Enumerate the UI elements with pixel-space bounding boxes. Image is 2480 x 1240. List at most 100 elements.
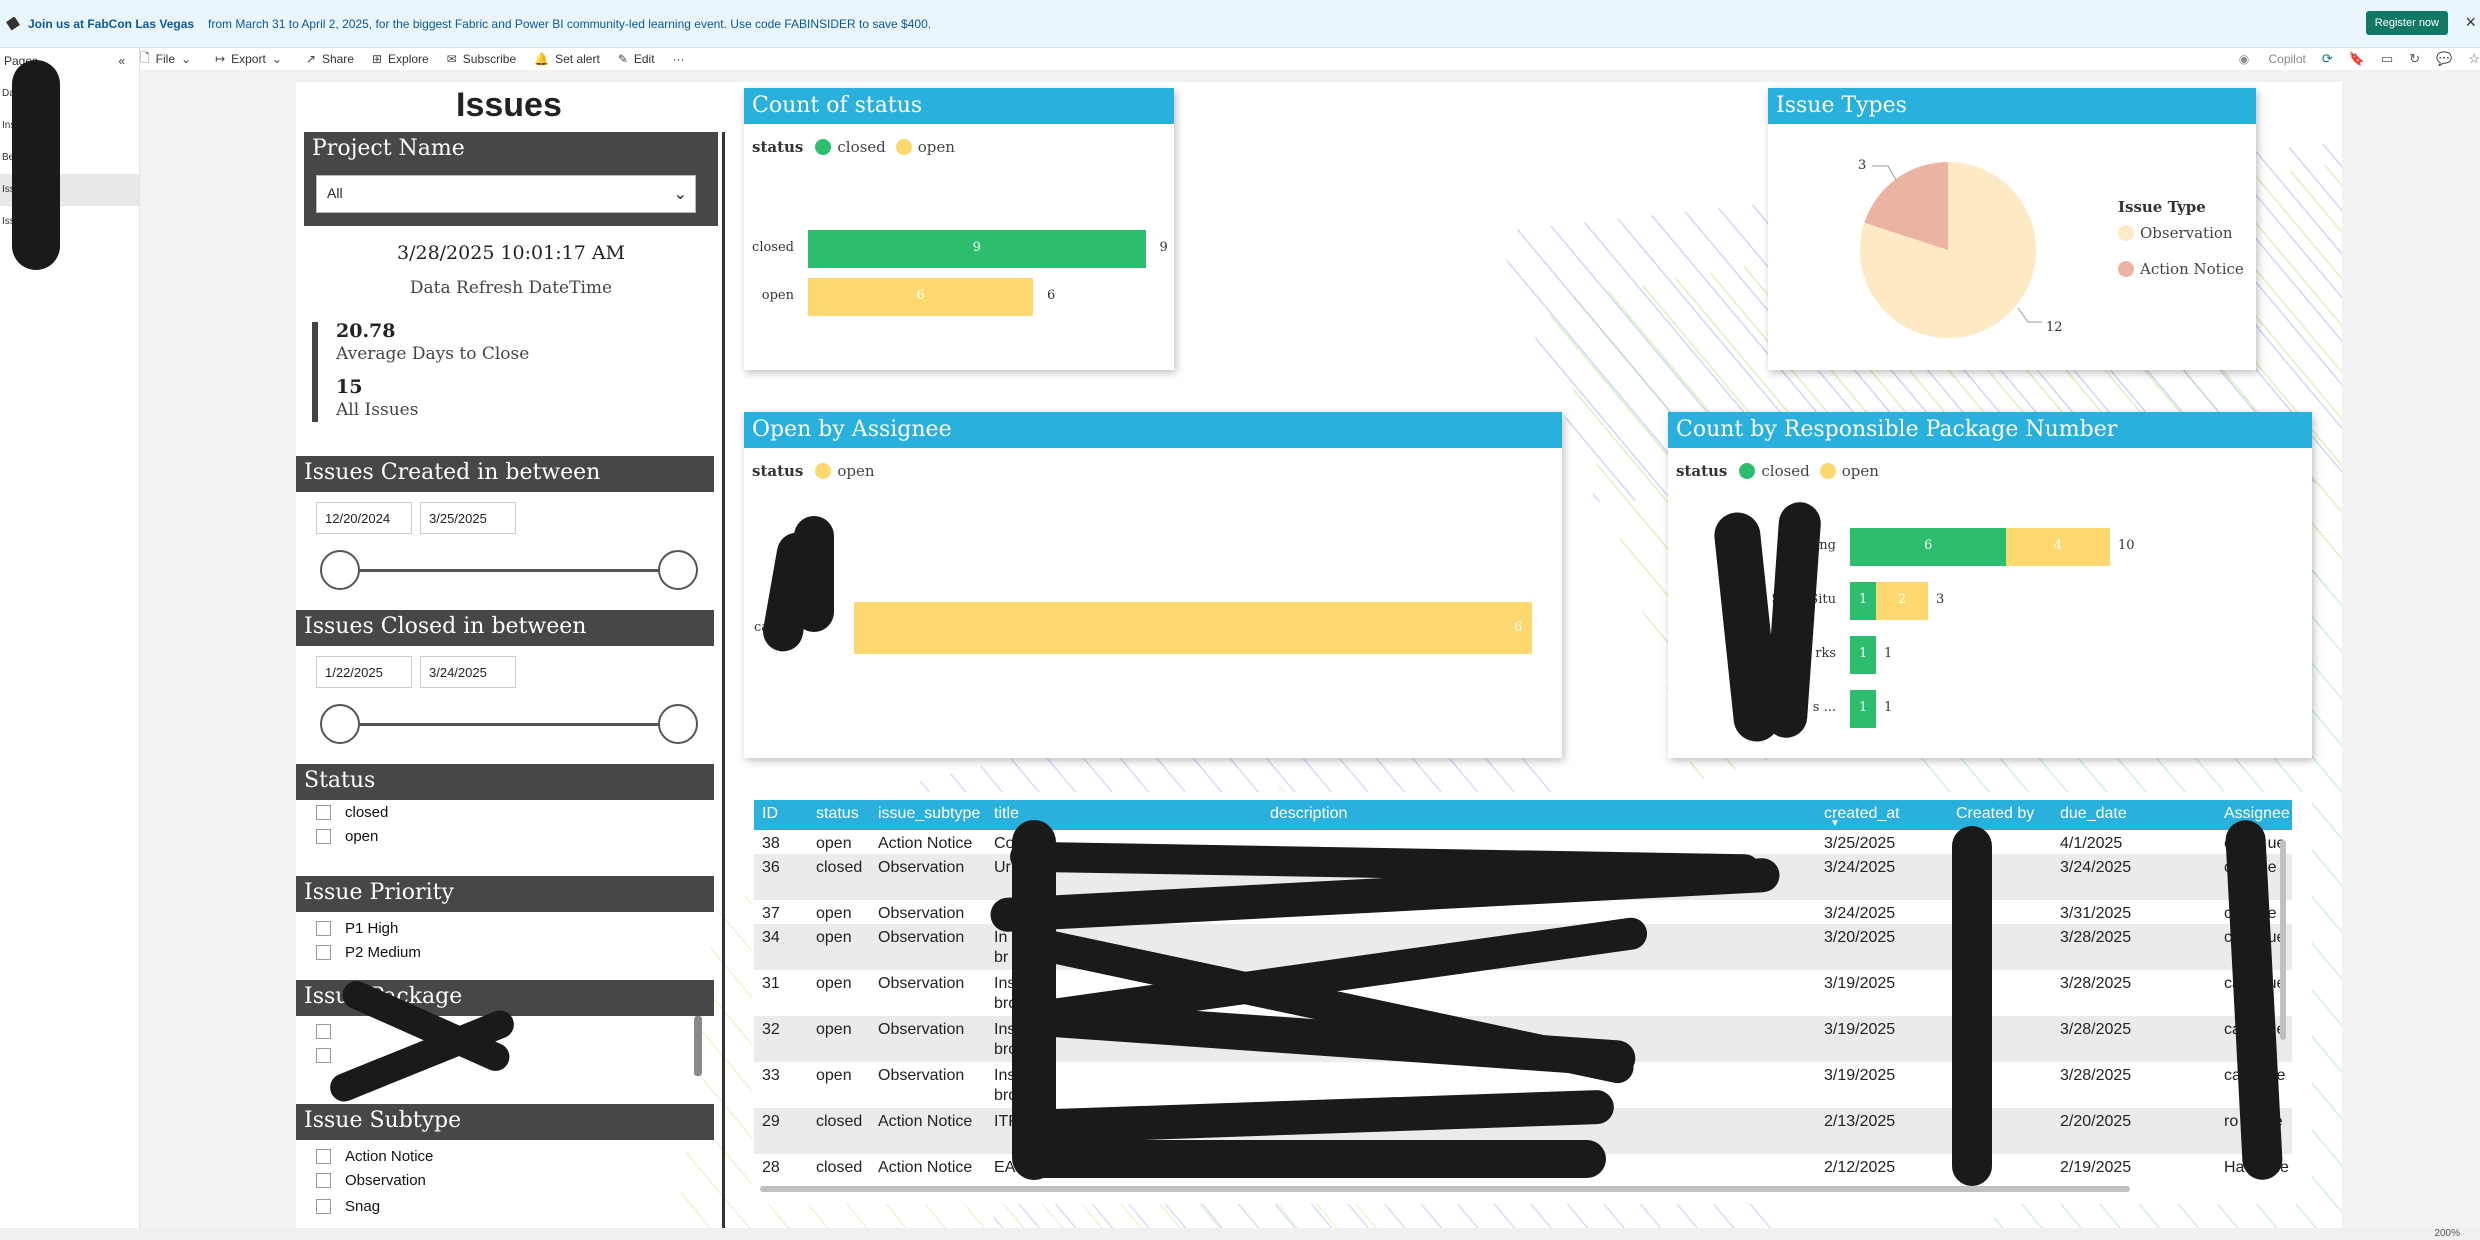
checkbox[interactable]	[316, 921, 331, 936]
created-from-input[interactable]: 12/20/2024	[316, 502, 412, 534]
status-option-label: open	[345, 828, 379, 845]
row-due-date: 3/24/2025	[2060, 859, 2132, 876]
checkbox[interactable]	[316, 1173, 331, 1188]
table-scrollbar-vertical[interactable]	[2280, 840, 2286, 1040]
comment-icon[interactable]: 💬	[2436, 51, 2452, 67]
export-menu[interactable]: ↦ Export ⌄	[215, 52, 288, 66]
bar-value-label: 6	[1924, 538, 1933, 553]
status-option-closed[interactable]: closed	[316, 804, 388, 821]
zoom-level[interactable]: 200%	[2434, 1228, 2460, 1239]
created-to-input[interactable]: 3/25/2025	[420, 502, 516, 534]
column-header-created-by[interactable]: Created by	[1956, 805, 2034, 823]
table-scrollbar-horizontal[interactable]	[760, 1186, 2130, 1192]
chevron-down-icon: ⌄	[271, 52, 282, 66]
column-header-title[interactable]: title	[994, 805, 1019, 823]
closed-slider-start[interactable]	[320, 704, 360, 744]
checkbox[interactable]	[316, 1199, 331, 1214]
package-option[interactable]	[316, 1024, 345, 1039]
column-header-id[interactable]: ID	[762, 805, 778, 823]
created-slider-start[interactable]	[320, 550, 360, 590]
reload-icon[interactable]: ↻	[2409, 51, 2420, 67]
explore-icon: ⊞	[371, 52, 383, 66]
collapse-pages-icon[interactable]: «	[118, 54, 125, 68]
close-banner-icon[interactable]: ×	[2465, 12, 2476, 33]
subtype-option-observation[interactable]: Observation	[316, 1172, 426, 1189]
redaction-mark	[794, 516, 834, 632]
priority-option-p2[interactable]: P2 Medium	[316, 944, 421, 961]
file-menu[interactable]: 🗋 File ⌄	[140, 49, 197, 70]
count-of-status-card[interactable]: Count of status status closed open closed …	[744, 88, 1174, 370]
copilot-button[interactable]: ◉ Copilot	[2239, 52, 2306, 66]
legend-item: open	[837, 462, 875, 480]
column-header-description[interactable]: description	[1270, 805, 1347, 823]
bar-total-label: 3	[1936, 592, 1945, 607]
bell-icon: 🔔	[534, 52, 550, 66]
leader-lines	[1872, 165, 2042, 323]
bookmark-icon[interactable]: 🔖	[2349, 51, 2365, 67]
column-header-assignee[interactable]: Assignee	[2224, 805, 2290, 823]
status-bar: 200%	[0, 1228, 2480, 1240]
legend-item: open	[1841, 462, 1879, 480]
explore-button[interactable]: ⊞ Explore	[372, 52, 429, 66]
closed-to-input[interactable]: 3/24/2025	[420, 656, 516, 688]
legend-label: Observation	[2140, 224, 2233, 242]
set-alert-button[interactable]: 🔔 Set alert	[534, 52, 600, 66]
package-scrollbar[interactable]	[694, 1016, 702, 1076]
banner-event[interactable]: Join us at FabCon Las Vegas	[28, 17, 194, 31]
status-option-open[interactable]: open	[316, 828, 378, 845]
checkbox[interactable]	[316, 829, 331, 844]
bar-total-label: 9	[1159, 240, 1168, 255]
category-label: closed	[752, 240, 794, 255]
open-by-assignee-card[interactable]: Open by Assignee statusopen ca es 6	[744, 412, 1562, 758]
register-button[interactable]: Register now	[2365, 11, 2448, 35]
created-slider-end[interactable]	[658, 550, 698, 590]
share-button[interactable]: ↗ Share	[306, 52, 354, 66]
row-created-at: 3/19/2025	[1824, 1067, 1896, 1084]
bar-value-label: 1	[1859, 592, 1868, 607]
bar-value-label: 6	[1514, 620, 1523, 635]
checkbox[interactable]	[316, 1149, 331, 1164]
row-id: 34	[762, 929, 780, 946]
subscribe-button[interactable]: ✉ Subscribe	[447, 52, 516, 66]
refresh-label: Data Refresh DateTime	[409, 278, 613, 298]
row-created-at: 3/19/2025	[1824, 1021, 1896, 1038]
subscribe-label: Subscribe	[462, 52, 517, 66]
sort-desc-icon[interactable]: ▼	[1830, 818, 1840, 829]
priority-option-label: P1 High	[345, 920, 399, 937]
subtype-option-snag[interactable]: Snag	[316, 1198, 380, 1215]
view-icon[interactable]: ▭	[2381, 51, 2393, 67]
column-header-subtype[interactable]: issue_subtype	[878, 805, 980, 823]
count-by-package-card[interactable]: Count by Responsible Package Number stat…	[1668, 412, 2312, 758]
row-subtype: Action Notice	[878, 1159, 973, 1176]
more-options-button[interactable]: ···	[673, 52, 685, 66]
closed-from-input[interactable]: 1/22/2025	[316, 656, 412, 688]
row-id: 28	[762, 1159, 780, 1176]
checkbox[interactable]	[316, 1024, 331, 1039]
project-dropdown[interactable]: All ⌄	[316, 175, 696, 213]
issue-types-card[interactable]: Issue Types 3 12 Issue Type Observation …	[1768, 88, 2256, 370]
favorite-icon[interactable]: ☆	[2468, 51, 2480, 67]
subtype-option-action-notice[interactable]: Action Notice	[316, 1148, 433, 1165]
checkbox[interactable]	[316, 1048, 331, 1063]
legend-swatch	[1819, 463, 1836, 479]
edit-button[interactable]: ✎ Edit	[618, 52, 655, 66]
banner-message: from March 31 to April 2, 2025, for the …	[208, 16, 932, 31]
row-created-at: 3/25/2025	[1824, 835, 1896, 852]
closed-slider-track[interactable]	[338, 723, 688, 726]
bar-open[interactable]	[854, 602, 1532, 654]
package-option[interactable]	[316, 1048, 345, 1063]
table-row[interactable]: 31openObservationIns broars broken3/19/2…	[754, 970, 2292, 1016]
checkbox[interactable]	[316, 945, 331, 960]
redaction-mark	[12, 60, 60, 270]
priority-option-p1[interactable]: P1 High	[316, 920, 398, 937]
checkbox[interactable]	[316, 805, 331, 820]
all-issues-value: 15	[336, 376, 363, 398]
table-header: ID status issue_subtype title descriptio…	[754, 800, 2292, 830]
created-slider-track[interactable]	[338, 569, 688, 572]
column-header-due-date[interactable]: due_date	[2060, 805, 2127, 823]
closed-slider-end[interactable]	[658, 704, 698, 744]
column-header-status[interactable]: status	[816, 805, 859, 823]
row-due-date: 3/28/2025	[2060, 1067, 2132, 1084]
refresh-visual-icon[interactable]: ⟳	[2322, 51, 2333, 67]
set-alert-label: Set alert	[555, 52, 600, 66]
